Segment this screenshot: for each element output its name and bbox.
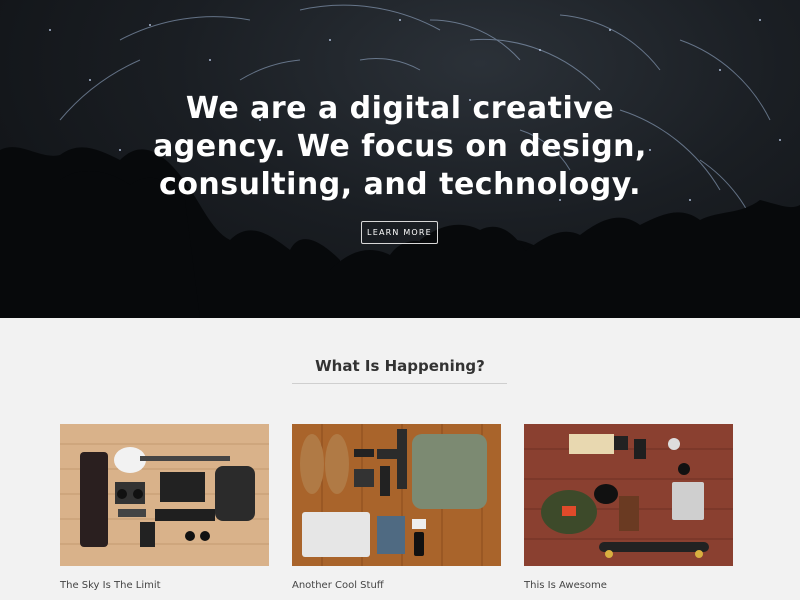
post-caption[interactable]: Another Cool Stuff xyxy=(292,580,501,591)
post-card[interactable]: This Is Awesome xyxy=(524,424,733,591)
hero-banner: We are a digital creative agency. We foc… xyxy=(0,0,800,318)
post-caption[interactable]: This Is Awesome xyxy=(524,580,733,591)
post-thumbnail-image[interactable] xyxy=(60,424,269,566)
post-thumbnail-image[interactable] xyxy=(292,424,501,566)
hero-headline: We are a digital creative agency. We foc… xyxy=(0,90,800,204)
learn-more-button[interactable]: LEARN MORE xyxy=(361,221,438,244)
section-title: What Is Happening? xyxy=(315,357,485,375)
post-caption[interactable]: The Sky Is The Limit xyxy=(60,580,269,591)
section-divider xyxy=(292,383,507,384)
hero-headline-line: consulting, and technology. xyxy=(159,167,641,202)
post-card[interactable]: The Sky Is The Limit xyxy=(60,424,269,591)
post-card[interactable]: Another Cool Stuff xyxy=(292,424,501,591)
post-thumbnail-image[interactable] xyxy=(524,424,733,566)
hero-headline-line: agency. We focus on design, xyxy=(153,129,647,164)
hero-headline-line: We are a digital creative xyxy=(185,91,615,126)
